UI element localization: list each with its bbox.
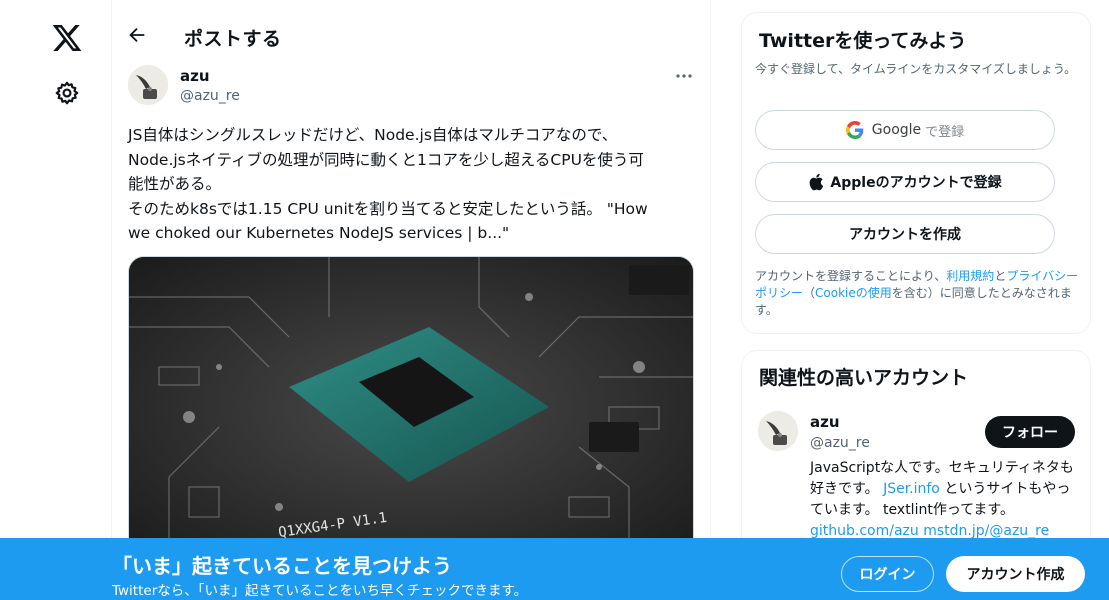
terms-link[interactable]: 利用規約 xyxy=(946,269,994,283)
related-account-handle[interactable]: @azu_re xyxy=(810,435,870,451)
signup-subtitle: 今すぐ登録して、タイムラインをカスタマイズしましょう。 xyxy=(755,62,1077,76)
bio-link-github[interactable]: github.com/azu xyxy=(810,523,919,539)
google-signup-suffix: で登録 xyxy=(925,124,965,140)
signup-card: Twitterを使ってみよう 今すぐ登録して、タイムラインをカスタマイズしましょ… xyxy=(741,12,1091,334)
apple-signup-button[interactable]: Appleのアカウントで登録 xyxy=(755,162,1055,202)
legal-prefix: アカウントを登録することにより、 xyxy=(755,269,947,283)
avatar[interactable] xyxy=(758,411,798,451)
legal-and: と xyxy=(994,269,1007,283)
related-account-name[interactable]: azu xyxy=(810,413,840,431)
signup-banner: 「いま」起きていることを見つけよう Twitterなら、「いま」起きていることを… xyxy=(0,538,1109,600)
banner-subtitle: Twitterなら、「いま」起きていることをいち早くチェックできます。 xyxy=(112,583,528,599)
left-nav xyxy=(0,0,112,600)
related-account-bio: JavaScriptな人です。セキュリティネタも好きです。 JSer.info … xyxy=(810,458,1080,542)
create-account-label: アカウントを作成 xyxy=(849,227,961,243)
arrow-left-icon xyxy=(129,27,145,43)
tweet-text-line: we choked our Kubernetes NodeJS services… xyxy=(128,224,510,242)
tweet-text-line: そのためk8sでは1.15 CPU unitを割り当てると安定したという話。 "… xyxy=(128,199,648,218)
apple-icon xyxy=(810,173,824,191)
page-title: ポストする xyxy=(184,28,282,50)
x-logo-icon[interactable] xyxy=(51,22,83,54)
google-signup-label: Google xyxy=(871,122,922,138)
tweet-media-image[interactable]: Q1XXG4-P V1.1 xyxy=(128,256,694,556)
author-handle[interactable]: @azu_re xyxy=(180,88,240,104)
more-horizontal-icon[interactable] xyxy=(674,66,694,86)
tweet-text: JS自体はシングルスレッドだけど、Node.js自体はマルチコアなので、 Nod… xyxy=(128,123,698,246)
google-signup-button[interactable]: Google で登録 xyxy=(755,110,1055,150)
bio-link-jser[interactable]: JSer.info xyxy=(883,481,940,497)
signup-title: Twitterを使ってみよう xyxy=(759,30,967,52)
signup-button[interactable]: アカウント作成 xyxy=(946,556,1085,592)
login-button[interactable]: ログイン xyxy=(841,556,934,592)
legal-paren-open: （ xyxy=(803,286,816,300)
create-account-button[interactable]: アカウントを作成 xyxy=(755,214,1055,254)
banner-title: 「いま」起きていることを見つけよう xyxy=(112,554,452,578)
tweet-text-line: Node.jsネイティブの処理が同時に動くと1コアを少し超えるCPUを使う可 xyxy=(128,150,644,169)
tweet-text-line: 能性がある。 xyxy=(128,175,222,193)
apple-signup-label: Appleのアカウントで登録 xyxy=(830,175,1002,191)
related-accounts-title: 関連性の高いアカウント xyxy=(759,367,969,389)
back-button[interactable] xyxy=(126,24,152,50)
google-icon xyxy=(845,121,864,139)
bio-link-mastodon[interactable]: mstdn.jp/@azu_re xyxy=(923,523,1049,539)
cookie-use-link[interactable]: Cookieの使用 xyxy=(815,286,892,300)
gear-icon[interactable] xyxy=(54,80,80,106)
follow-button[interactable]: フォロー xyxy=(985,416,1075,448)
main-column: ポストする azu @azu_re JS自体はシングルスレッドだけど、Node.… xyxy=(112,0,711,600)
avatar[interactable] xyxy=(128,65,168,105)
author-name[interactable]: azu xyxy=(180,67,210,85)
legal-text: アカウントを登録することにより、利用規約とプライバシーポリシー（Cookieの使… xyxy=(755,268,1087,319)
tweet-text-line: JS自体はシングルスレッドだけど、Node.js自体はマルチコアなので、 xyxy=(128,126,618,144)
